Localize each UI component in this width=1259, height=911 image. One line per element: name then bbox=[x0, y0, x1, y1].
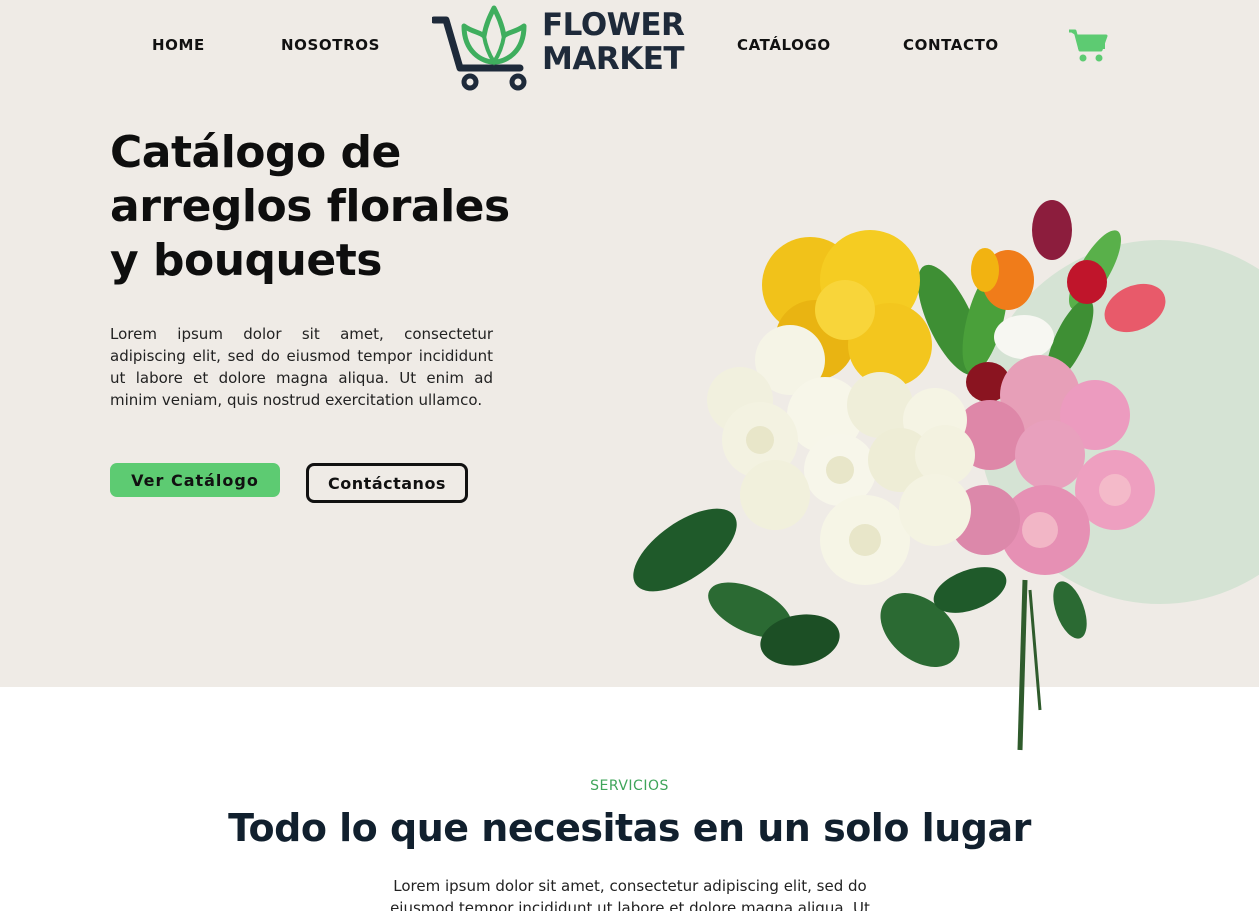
services-eyebrow: SERVICIOS bbox=[590, 778, 669, 794]
logo[interactable]: FLOWER MARKET bbox=[430, 2, 685, 94]
flower-bouquet-image bbox=[633, 200, 1259, 751]
cart-button[interactable] bbox=[1068, 28, 1108, 64]
services-description: Lorem ipsum dolor sit amet, consectetur … bbox=[390, 877, 870, 911]
hero-title: Catálogo de arreglos florales y bouquets bbox=[110, 127, 510, 286]
logo-wordmark: FLOWER MARKET bbox=[542, 7, 685, 77]
ver-catalogo-button[interactable]: Ver Catálogo bbox=[110, 463, 280, 497]
hero-description: Lorem ipsum dolor sit amet, consectetur … bbox=[110, 325, 493, 409]
shopping-cart-icon bbox=[1069, 29, 1108, 62]
flower-cart-logo-icon bbox=[430, 5, 527, 91]
logo-line-2: MARKET bbox=[542, 41, 685, 77]
services-title: Todo lo que necesitas en un solo lugar bbox=[228, 806, 1031, 850]
logo-line-1: FLOWER bbox=[542, 7, 685, 43]
nav-contacto-link[interactable]: CONTACTO bbox=[903, 36, 999, 54]
contactanos-button[interactable]: Contáctanos bbox=[306, 463, 468, 503]
nav-nosotros-link[interactable]: NOSOTROS bbox=[281, 36, 380, 54]
nav-home-link[interactable]: HOME bbox=[152, 36, 205, 54]
nav-catalogo-link[interactable]: CATÁLOGO bbox=[737, 36, 831, 54]
